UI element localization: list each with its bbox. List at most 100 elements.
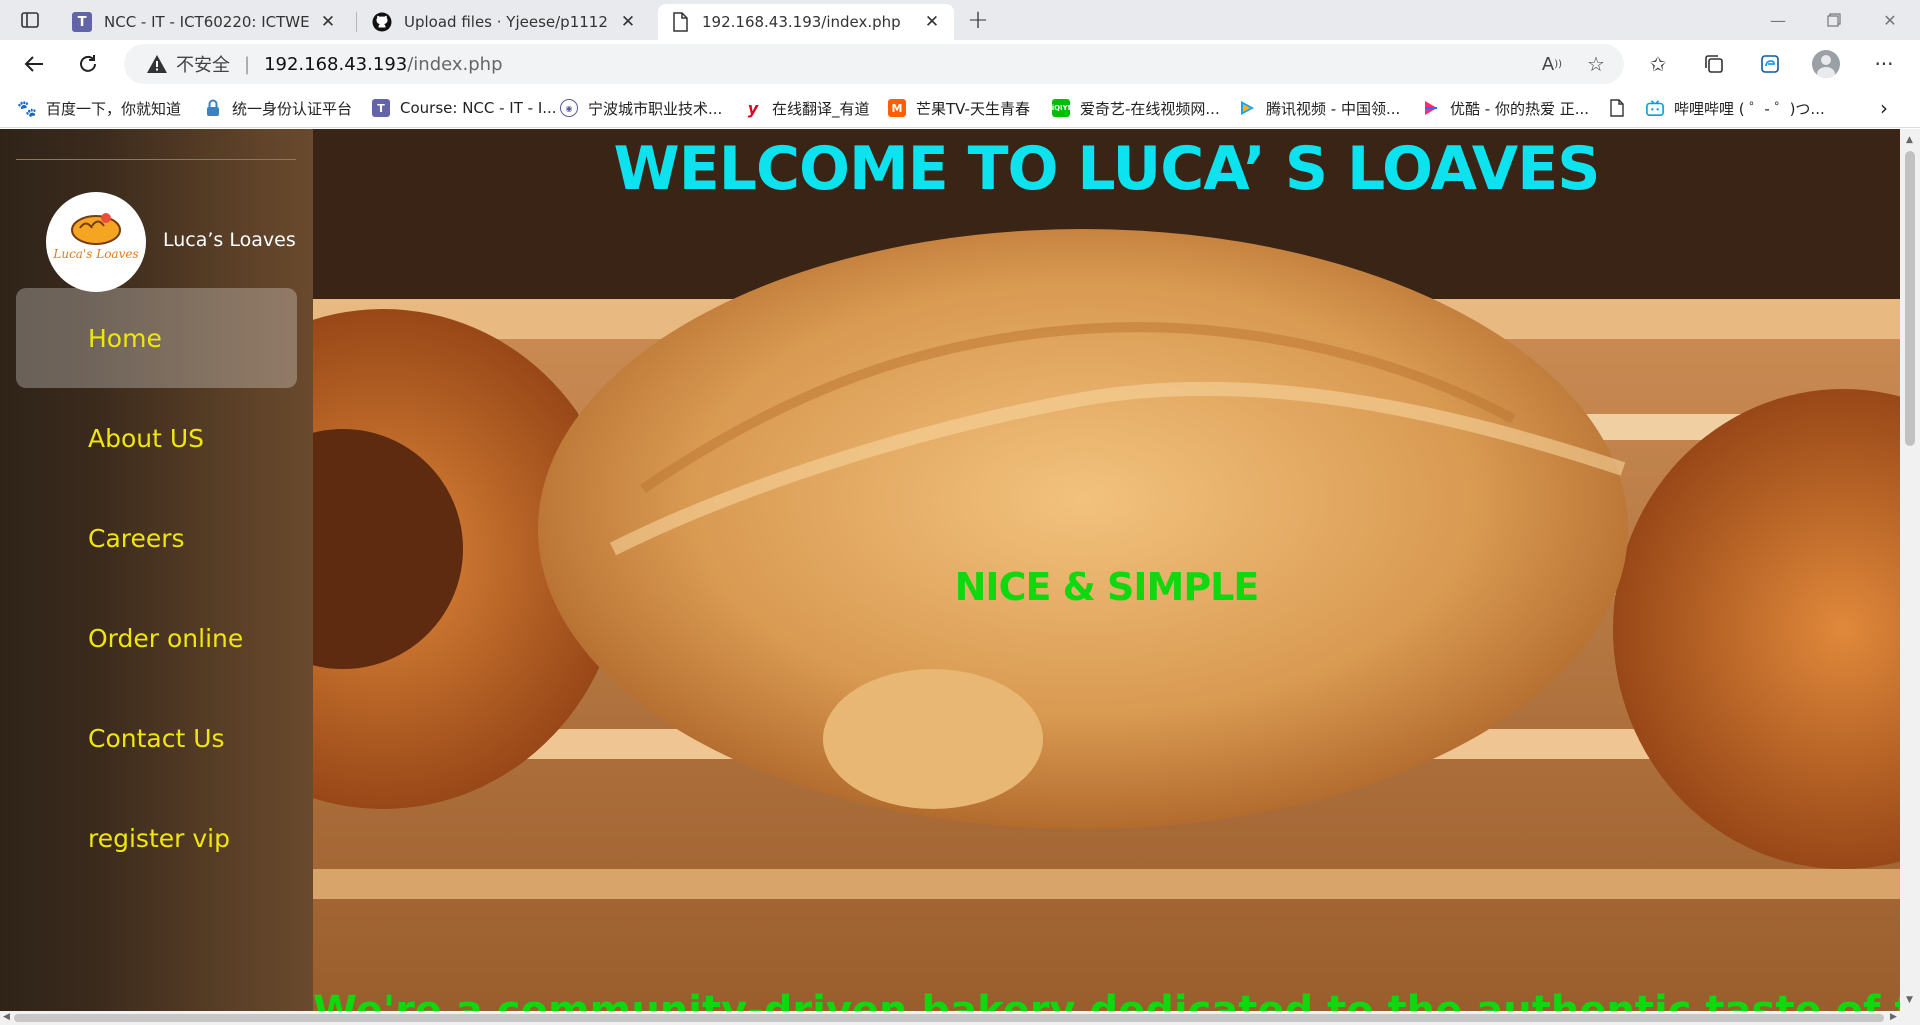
bookmark-bilibili[interactable]: 哔哩哔哩 ( ゜- ゜)つ... (1646, 96, 1825, 120)
nav-label: Contact Us (88, 723, 225, 753)
nav-label: Order online (88, 623, 244, 653)
bilibili-icon (1646, 99, 1664, 117)
nav-label: Careers (88, 523, 185, 553)
new-tab-button[interactable]: + (962, 5, 994, 35)
bookmark-label: 爱奇艺-在线视频网... (1080, 99, 1220, 118)
read-aloud-label: A (1541, 53, 1555, 75)
nav-label: register vip (88, 823, 230, 853)
scroll-down-icon[interactable]: ▼ (1906, 995, 1913, 1005)
tab-divider (356, 12, 357, 32)
nav-contact-us[interactable]: Contact Us (16, 688, 297, 788)
nav-about-us[interactable]: About US (16, 388, 297, 488)
document-icon (1608, 99, 1626, 117)
svg-text:Luca's Loaves: Luca's Loaves (52, 247, 138, 261)
back-button[interactable] (16, 48, 52, 80)
tab-title: NCC - IT - ICT60220: ICTWEB513 (104, 13, 310, 31)
hero-banner: WELCOME TO LUCA’ S LOAVES NICE & SIMPLE … (313, 129, 1900, 1011)
teams-t-icon: T (72, 12, 92, 32)
close-icon[interactable]: ✕ (318, 12, 338, 32)
tab-title: Upload files · Yjeese/p1112 (404, 13, 608, 31)
scroll-left-icon[interactable]: ◀ (3, 1012, 10, 1022)
bookmark-auth[interactable]: 统一身份认证平台 (204, 96, 352, 120)
scroll-right-icon[interactable]: ▶ (1890, 1012, 1897, 1022)
bookmark-mangotv[interactable]: M 芒果TV-天生青春 (888, 96, 1030, 120)
url-host: 192.168.43.193 (264, 53, 408, 75)
nav-register-vip[interactable]: register vip (16, 788, 297, 888)
restore-button[interactable] (1806, 0, 1862, 40)
close-window-button[interactable]: ✕ (1862, 0, 1918, 40)
bookmark-college[interactable]: ◉ 宁波城市职业技术... (560, 96, 722, 120)
vertical-scrollbar[interactable]: ▲ ▼ (1900, 129, 1920, 1011)
bookmark-label: 宁波城市职业技术... (588, 99, 723, 118)
teams-t-icon: T (372, 99, 390, 117)
horizontal-scrollbar[interactable]: ◀ ▶ (0, 1011, 1920, 1025)
bookmark-label: 哔哩哔哩 ( ゜- ゜)つ... (1674, 99, 1825, 118)
address-divider: | (244, 53, 251, 75)
scroll-up-icon[interactable]: ▲ (1906, 135, 1913, 145)
address-bar[interactable]: 不安全 | 192.168.43.193/index.php (124, 44, 1624, 84)
tab-actions-icon[interactable] (12, 8, 48, 32)
security-label[interactable]: 不安全 (176, 51, 230, 77)
bookmark-label: 优酷 - 你的热爱 正... (1450, 99, 1590, 118)
lock-icon (204, 99, 222, 117)
nav-careers[interactable]: Careers (16, 488, 297, 588)
nav-order-online[interactable]: Order online (16, 588, 297, 688)
bookmark-youku[interactable]: 优酷 - 你的热爱 正... (1422, 96, 1589, 120)
address-toolbar: 不安全 | 192.168.43.193/index.php A)) ☆ ✩ ·… (0, 40, 1920, 88)
baidu-paw-icon: 🐾 (17, 98, 37, 118)
profile-avatar[interactable] (1808, 48, 1844, 80)
bookmark-tencent-video[interactable]: 腾讯视频 - 中国领... (1238, 96, 1400, 120)
bookmark-label: 统一身份认证平台 (232, 99, 353, 118)
youku-icon (1422, 99, 1440, 117)
page-icon (670, 12, 690, 32)
brand-logo[interactable]: Luca's Loaves (46, 192, 146, 292)
page-viewport: Luca's Loaves Luca’s Loaves Home About U… (0, 129, 1900, 1011)
bookmark-youdao[interactable]: y 在线翻译_有道 (744, 96, 870, 120)
sidebar-divider (16, 159, 296, 160)
bookmark-iqiyi[interactable]: iQIYI 爱奇艺-在线视频网... (1052, 96, 1220, 120)
brand-name: Luca’s Loaves (163, 229, 296, 251)
bookmark-label: 百度一下，你就知道 (46, 99, 182, 118)
edge-icon[interactable] (1752, 48, 1788, 80)
tab-title: 192.168.43.193/index.php (702, 13, 901, 31)
youdao-icon: y (747, 98, 759, 118)
bookmark-course[interactable]: T Course: NCC - IT - I... (372, 96, 557, 120)
bookmark-label: 腾讯视频 - 中国领... (1266, 99, 1401, 118)
hero-tagline: We're a community-driven bakery dedicate… (313, 988, 1900, 1011)
favorites-icon[interactable]: ✩ (1640, 48, 1676, 80)
hero-title: WELCOME TO LUCA’ S LOAVES (613, 134, 1601, 204)
refresh-button[interactable] (70, 48, 106, 80)
nav-home[interactable]: Home (16, 288, 297, 388)
bookmark-label: Course: NCC - IT - I... (400, 99, 557, 117)
hero-subtitle: NICE & SIMPLE (954, 565, 1260, 609)
tab-active-index[interactable]: 192.168.43.193/index.php ✕ (658, 4, 954, 40)
read-aloud-icon[interactable]: A)) (1534, 44, 1570, 84)
github-icon (372, 12, 392, 32)
add-favorite-icon[interactable]: ☆ (1578, 44, 1614, 84)
bookmark-baidu[interactable]: 🐾 百度一下，你就知道 (17, 96, 182, 120)
collections-icon[interactable] (1696, 48, 1732, 80)
warning-icon[interactable] (146, 54, 168, 74)
bookmark-document[interactable] (1608, 96, 1636, 120)
iqiyi-icon: iQIYI (1052, 99, 1070, 117)
minimize-button[interactable]: — (1750, 0, 1806, 40)
mangotv-icon: M (888, 99, 906, 117)
sidebar: Luca's Loaves Luca’s Loaves Home About U… (0, 129, 313, 1011)
nav-label: About US (88, 423, 205, 453)
close-icon[interactable]: ✕ (618, 12, 638, 32)
horizontal-scroll-thumb[interactable] (14, 1014, 1884, 1022)
bookmark-label: 芒果TV-天生青春 (916, 99, 1030, 118)
tencent-video-icon (1238, 99, 1256, 117)
nav-label: Home (88, 323, 162, 353)
tab-ncc[interactable]: T NCC - IT - ICT60220: ICTWEB513 ✕ (60, 4, 350, 40)
tab-github[interactable]: Upload files · Yjeese/p1112 ✕ (360, 4, 650, 40)
vertical-scroll-thumb[interactable] (1905, 151, 1915, 446)
url-path: /index.php (407, 53, 503, 75)
more-menu-icon[interactable]: ··· (1866, 48, 1902, 80)
chevron-right-icon[interactable]: › (1880, 96, 1888, 120)
bookmark-label: 在线翻译_有道 (772, 99, 870, 118)
close-icon[interactable]: ✕ (922, 12, 942, 32)
tab-strip: T NCC - IT - ICT60220: ICTWEB513 ✕ Uploa… (0, 0, 1920, 40)
bread-logo-icon: Luca's Loaves (52, 213, 139, 261)
college-seal-icon: ◉ (560, 99, 578, 117)
